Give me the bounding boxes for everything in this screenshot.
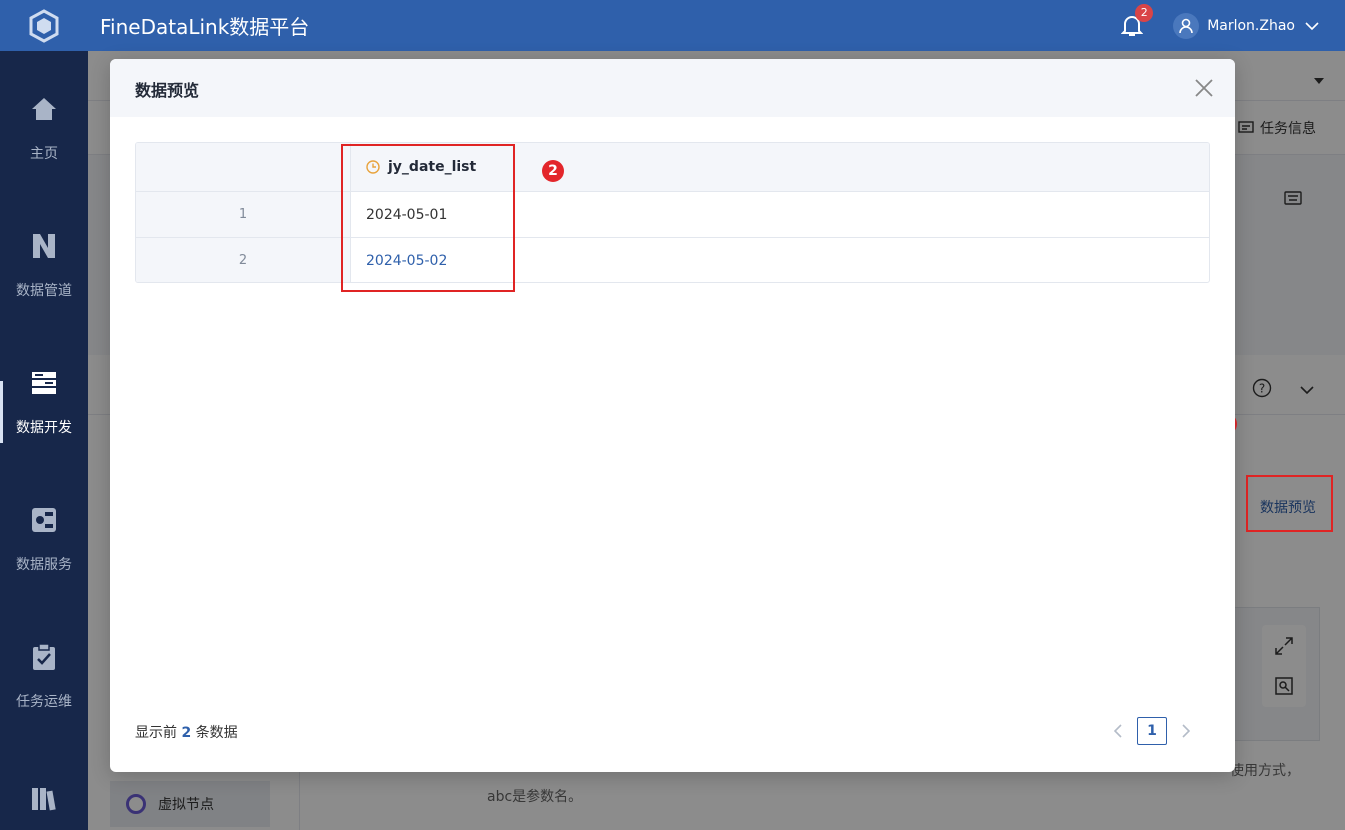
table-row[interactable]: 1 2024-05-01 bbox=[136, 191, 1209, 237]
preview-table: jy_date_list 1 2024-05-01 2 2024-05-02 bbox=[135, 142, 1210, 283]
ops-icon bbox=[30, 643, 58, 671]
asset-icon[interactable] bbox=[31, 786, 57, 816]
sidebar-item-pipeline[interactable]: 数据管道 bbox=[0, 188, 88, 308]
dev-icon bbox=[30, 369, 58, 397]
data-preview-dialog: 数据预览 jy_date_list 1 2024-05-01 2 2024-05… bbox=[110, 59, 1235, 772]
user-name: Marlon.Zhao bbox=[1207, 17, 1295, 34]
sidebar-item-label: 数据管道 bbox=[16, 283, 72, 299]
row-index: 2 bbox=[136, 238, 351, 282]
sidebar-item-label: 主页 bbox=[30, 146, 58, 162]
sidebar: 主页 数据管道 数据开发 数据服务 任务运维 bbox=[0, 51, 88, 830]
record-count-text: 显示前 2 条数据 bbox=[135, 725, 238, 741]
app-logo-icon[interactable] bbox=[0, 0, 88, 51]
sidebar-item-label: 任务运维 bbox=[16, 694, 72, 710]
dialog-title: 数据预览 bbox=[135, 81, 200, 100]
sidebar-item-ops[interactable]: 任务运维 bbox=[0, 599, 88, 719]
page-number-current[interactable]: 1 bbox=[1137, 717, 1167, 745]
pagination: 1 bbox=[1099, 717, 1205, 745]
service-icon bbox=[30, 506, 58, 534]
annotation-box-column bbox=[341, 144, 515, 292]
notification-bell-icon[interactable]: 2 bbox=[1120, 3, 1154, 38]
home-icon bbox=[30, 95, 58, 123]
sidebar-item-dev[interactable]: 数据开发 bbox=[0, 325, 88, 445]
sidebar-item-service[interactable]: 数据服务 bbox=[0, 462, 88, 582]
pipeline-icon bbox=[30, 232, 58, 260]
row-index: 1 bbox=[136, 192, 351, 237]
index-header-cell bbox=[136, 143, 351, 191]
record-count: 2 bbox=[181, 725, 192, 741]
app-title: FineDataLink数据平台 bbox=[100, 15, 310, 39]
sidebar-item-label: 数据服务 bbox=[16, 557, 72, 573]
user-menu[interactable]: Marlon.Zhao bbox=[1173, 12, 1319, 39]
sidebar-item-home[interactable]: 主页 bbox=[0, 51, 88, 171]
annotation-box-preview bbox=[1246, 475, 1333, 532]
close-icon[interactable] bbox=[1193, 77, 1215, 99]
sidebar-item-label: 数据开发 bbox=[16, 420, 72, 436]
annotation-badge-2: 2 bbox=[542, 160, 564, 182]
notification-badge: 2 bbox=[1135, 3, 1154, 22]
table-row[interactable]: 2 2024-05-02 bbox=[136, 237, 1209, 282]
avatar-icon bbox=[1173, 12, 1200, 39]
prev-page-icon[interactable] bbox=[1105, 718, 1131, 744]
table-header-row: jy_date_list bbox=[136, 143, 1209, 191]
chevron-down-icon bbox=[1305, 21, 1319, 30]
dialog-header: 数据预览 bbox=[110, 59, 1235, 117]
next-page-icon[interactable] bbox=[1173, 718, 1199, 744]
top-bar: FineDataLink数据平台 2 Marlon.Zhao bbox=[0, 0, 1345, 51]
